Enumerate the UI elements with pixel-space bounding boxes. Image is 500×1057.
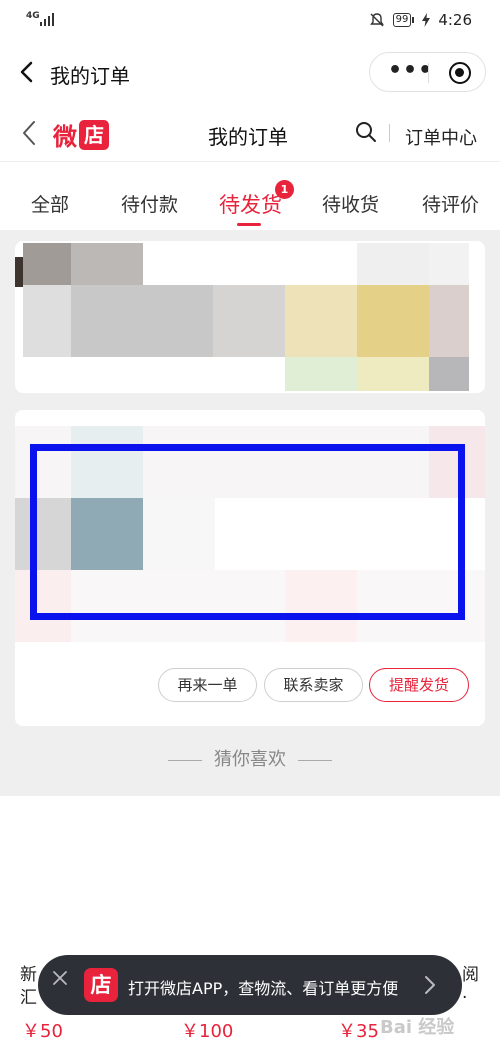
product-price-2: ￥100 bbox=[181, 1021, 234, 1042]
clock: 4:26 bbox=[438, 11, 472, 29]
shop-header: 微 店 我的订单 订单中心 bbox=[0, 104, 500, 162]
tab-count-badge: 1 bbox=[275, 180, 294, 199]
miniprogram-nav-bar: 我的订单 ••• bbox=[0, 42, 500, 104]
product-price-3: ￥35 bbox=[338, 1021, 379, 1042]
header-divider bbox=[389, 124, 390, 142]
close-miniprogram-icon[interactable] bbox=[449, 62, 471, 84]
active-tab-underline bbox=[237, 223, 261, 226]
open-app-banner[interactable]: 店 打开微店APP，查物流、看订单更方便 bbox=[38, 955, 462, 1015]
tab-pending-review[interactable]: 待评价 bbox=[422, 190, 479, 217]
chevron-right-icon[interactable] bbox=[424, 975, 436, 995]
tab-all[interactable]: 全部 bbox=[31, 190, 69, 217]
logo-text: 微 bbox=[53, 123, 77, 151]
weidian-logo: 微 店 bbox=[53, 117, 109, 152]
banner-text: 打开微店APP，查物流、看订单更方便 bbox=[128, 979, 399, 998]
network-indicator: 4G bbox=[26, 11, 40, 21]
contact-seller-button[interactable]: 联系卖家 bbox=[264, 668, 363, 702]
signal-icon bbox=[40, 13, 54, 26]
capsule-menu: ••• bbox=[369, 52, 486, 92]
status-bar: 4G 99 4:26 bbox=[0, 0, 500, 42]
order-card-pixelated[interactable] bbox=[15, 241, 485, 393]
recommend-title: 猜你喜欢 bbox=[214, 749, 286, 770]
search-icon[interactable] bbox=[355, 121, 377, 143]
remind-shipment-button[interactable]: 提醒发货 bbox=[369, 668, 469, 702]
mute-bell-icon bbox=[369, 13, 384, 27]
more-options-icon[interactable]: ••• bbox=[388, 60, 433, 82]
battery-level: 99 bbox=[392, 13, 412, 27]
tab-pending-payment[interactable]: 待付款 bbox=[121, 190, 178, 217]
tab-pending-shipment-label: 待发货 bbox=[219, 193, 282, 217]
capsule-divider bbox=[428, 63, 429, 83]
logo-badge: 店 bbox=[79, 119, 109, 150]
product-price-1: ￥50 bbox=[22, 1021, 63, 1042]
product-title-3[interactable]: 阅 · bbox=[462, 964, 479, 1010]
battery-icon: 99 bbox=[392, 13, 415, 27]
order-status-tabs: 全部 待付款 待发货 待收货 待评价 bbox=[0, 162, 500, 230]
tab-pending-shipment[interactable]: 待发货 bbox=[219, 189, 282, 226]
page-title: 我的订单 bbox=[208, 125, 288, 149]
miniprogram-title: 我的订单 bbox=[50, 64, 130, 88]
back-chevron-icon[interactable] bbox=[18, 120, 42, 146]
product-title-1[interactable]: 新 汇 bbox=[20, 964, 37, 1010]
charging-icon bbox=[422, 13, 431, 27]
recommend-divider: 猜你喜欢 bbox=[0, 745, 500, 771]
back-arrow-icon[interactable] bbox=[16, 60, 40, 84]
order-actions: 再来一单 联系卖家 提醒发货 bbox=[0, 668, 500, 702]
tab-pending-receipt[interactable]: 待收货 bbox=[322, 190, 379, 217]
highlight-box bbox=[30, 444, 465, 620]
baidu-jingyan-watermark: Bai 经验 bbox=[380, 1017, 455, 1038]
reorder-button[interactable]: 再来一单 bbox=[158, 668, 257, 702]
order-center-link[interactable]: 订单中心 bbox=[405, 124, 477, 150]
close-icon[interactable] bbox=[52, 970, 68, 986]
weidian-app-icon: 店 bbox=[84, 968, 118, 1002]
